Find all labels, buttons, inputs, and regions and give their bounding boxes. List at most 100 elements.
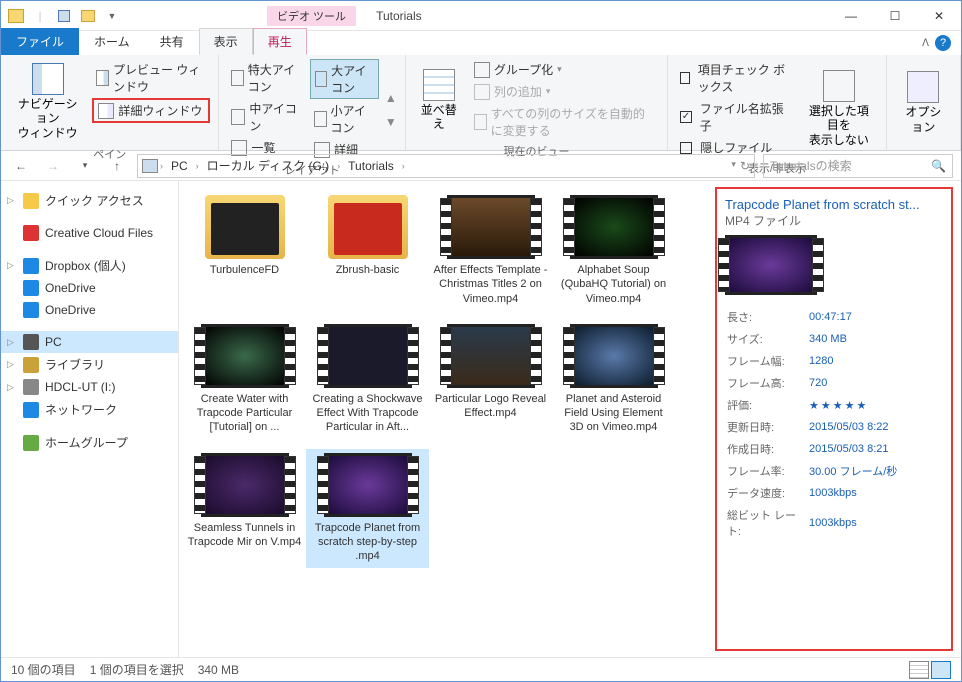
hdd-icon: [23, 379, 39, 395]
recent-dropdown-icon[interactable]: ▾: [73, 154, 97, 178]
add-columns-button[interactable]: 列の追加 ▾: [470, 81, 659, 102]
file-extensions-toggle[interactable]: ✓ファイル名拡張子: [676, 98, 794, 136]
video-item[interactable]: Create Water with Trapcode Particular [T…: [183, 320, 306, 439]
nav-item-hg[interactable]: ホームグループ: [1, 431, 178, 454]
details-value: 30.00 フレーム/秒: [809, 461, 941, 481]
navigation-pane[interactable]: ▷クイック アクセス Creative Cloud Files ▷Dropbox (…: [1, 181, 179, 657]
caret-icon[interactable]: ▷: [7, 382, 14, 393]
forward-button[interactable]: →: [41, 154, 65, 178]
ribbon-tabs: ファイル ホーム 共有 表示 再生 ᐱ ?: [1, 31, 961, 55]
breadcrumb-item[interactable]: ローカル ディスク (G:): [201, 155, 336, 176]
tab-view[interactable]: 表示: [199, 28, 253, 55]
details-key: フレーム幅:: [727, 351, 807, 371]
qat-dropdown-icon[interactable]: ▼: [101, 5, 123, 27]
medium-icons-button[interactable]: 中アイコン: [227, 98, 304, 136]
details-value[interactable]: ★★★★★: [809, 395, 941, 415]
video-item[interactable]: Creating a Shockwave Effect With Trapcod…: [306, 320, 429, 439]
nav-label: ホームグループ: [45, 434, 128, 451]
caret-icon[interactable]: ▷: [7, 337, 14, 348]
video-item[interactable]: Seamless Tunnels in Trapcode Mir on V.mp…: [183, 449, 306, 568]
navigation-pane-button[interactable]: ナビゲーション ウィンドウ: [9, 59, 86, 144]
details-key: 作成日時:: [727, 439, 807, 459]
tab-share[interactable]: 共有: [145, 28, 199, 55]
refresh-icon[interactable]: ↻: [740, 159, 750, 173]
video-thumbnail: [447, 195, 535, 259]
large-icons-button[interactable]: 大アイコン: [310, 59, 379, 99]
group-by-button[interactable]: グループ化 ▾: [470, 59, 659, 80]
layout-scroll-down-icon[interactable]: ▼: [385, 115, 397, 129]
breadcrumb[interactable]: › PC› ローカル ディスク (G:)› Tutorials› ▾↻: [137, 154, 755, 178]
breadcrumb-item[interactable]: PC: [165, 157, 194, 175]
address-dropdown-icon[interactable]: ▾: [731, 159, 736, 173]
details-row: 長さ:00:47:17: [727, 307, 941, 327]
folder-item[interactable]: TurbulenceFD: [183, 191, 306, 310]
view-details-icon[interactable]: [909, 661, 929, 679]
quick-access-toolbar: | ▼: [1, 5, 127, 27]
nav-label: PC: [45, 335, 62, 349]
video-item[interactable]: Trapcode Planet from scratch step-by-ste…: [306, 449, 429, 568]
options-button[interactable]: オプション: [895, 59, 952, 146]
folder-icon[interactable]: [5, 5, 27, 27]
autosize-columns-button[interactable]: すべての列のサイズを自動的に変更する: [470, 103, 659, 141]
folder-item[interactable]: Zbrush-basic: [306, 191, 429, 310]
details-row: 作成日時:2015/05/03 8:21: [727, 439, 941, 459]
breadcrumb-item[interactable]: Tutorials: [342, 157, 400, 175]
nav-item-pc[interactable]: ▷ PC: [1, 331, 178, 353]
sort-button[interactable]: 並べ替え: [414, 59, 464, 141]
maximize-button[interactable]: ☐: [873, 1, 917, 31]
video-item[interactable]: Particular Logo Reveal Effect.mp4: [429, 320, 552, 439]
ribbon-collapse-icon[interactable]: ᐱ: [922, 38, 929, 49]
close-button[interactable]: ✕: [917, 1, 961, 31]
item-checkboxes-toggle[interactable]: 項目チェック ボックス: [676, 59, 794, 97]
hide-selected-button[interactable]: 選択した項目を 表示しない: [800, 59, 878, 158]
open-icon[interactable]: [77, 5, 99, 27]
tab-home[interactable]: ホーム: [79, 28, 145, 55]
back-button[interactable]: ←: [9, 154, 33, 178]
tab-play[interactable]: 再生: [253, 28, 307, 55]
nav-item-od[interactable]: OneDrive: [1, 299, 178, 321]
small-icons-button[interactable]: 小アイコン: [310, 100, 379, 138]
view-icons-icon[interactable]: [931, 661, 951, 679]
nav-item-od[interactable]: OneDrive: [1, 277, 178, 299]
db-icon: [23, 258, 39, 274]
video-item[interactable]: Planet and Asteroid Field Using Element …: [552, 320, 675, 439]
details-row: 更新日時:2015/05/03 8:22: [727, 417, 941, 437]
item-label: Creating a Shockwave Effect With Trapcod…: [310, 392, 425, 435]
details-pane-button[interactable]: 詳細ウィンドウ: [92, 98, 210, 123]
od-icon: [23, 302, 39, 318]
help-icon[interactable]: ?: [935, 35, 951, 51]
nav-item-cc[interactable]: Creative Cloud Files: [1, 222, 178, 244]
caret-icon[interactable]: ▷: [7, 195, 14, 206]
up-button[interactable]: ↑: [105, 154, 129, 178]
status-size: 340 MB: [198, 663, 239, 677]
nav-item-net[interactable]: ネットワーク: [1, 398, 178, 421]
video-item[interactable]: Alphabet Soup (QubaHQ Tutorial) on Vimeo…: [552, 191, 675, 310]
details-key: 総ビット レート:: [727, 505, 807, 541]
details-row: フレーム幅:1280: [727, 351, 941, 371]
ribbon-group-options: オプション: [887, 55, 961, 150]
details-row: 総ビット レート:1003kbps: [727, 505, 941, 541]
nav-item-db[interactable]: ▷Dropbox (個人): [1, 254, 178, 277]
folder-icon: [328, 195, 408, 259]
preview-pane-button[interactable]: プレビュー ウィンドウ: [92, 59, 210, 97]
nav-item-lib[interactable]: ▷ライブラリ: [1, 353, 178, 376]
video-item[interactable]: After Effects Template - Christmas Title…: [429, 191, 552, 310]
caret-icon[interactable]: ▷: [7, 260, 14, 271]
details-value: 2015/05/03 8:21: [809, 439, 941, 459]
ribbon-group-current-view: 並べ替え グループ化 ▾ 列の追加 ▾ すべての列のサイズを自動的に変更する 現…: [406, 55, 668, 150]
tab-file[interactable]: ファイル: [1, 28, 79, 55]
properties-icon[interactable]: [53, 5, 75, 27]
nav-item-star[interactable]: ▷クイック アクセス: [1, 189, 178, 212]
video-thumbnail: [201, 324, 289, 388]
details-row: データ速度:1003kbps: [727, 483, 941, 503]
nav-item-hdd[interactable]: ▷HDCL-UT (I:): [1, 376, 178, 398]
nav-label: ネットワーク: [45, 401, 117, 418]
content-pane[interactable]: TurbulenceFDZbrush-basicAfter Effects Te…: [179, 181, 715, 657]
pc-icon: [142, 159, 158, 173]
minimize-button[interactable]: —: [829, 1, 873, 31]
layout-scroll-up-icon[interactable]: ▲: [385, 91, 397, 105]
caret-icon[interactable]: ▷: [7, 359, 14, 370]
extra-large-icons-button[interactable]: 特大アイコン: [227, 59, 304, 97]
ribbon-group-layout: 特大アイコン 中アイコン 一覧 大アイコン 小アイコン 詳細 ▲ ▼ レイアウト: [219, 55, 405, 150]
search-input[interactable]: Tutorialsの検索🔍: [763, 154, 953, 178]
